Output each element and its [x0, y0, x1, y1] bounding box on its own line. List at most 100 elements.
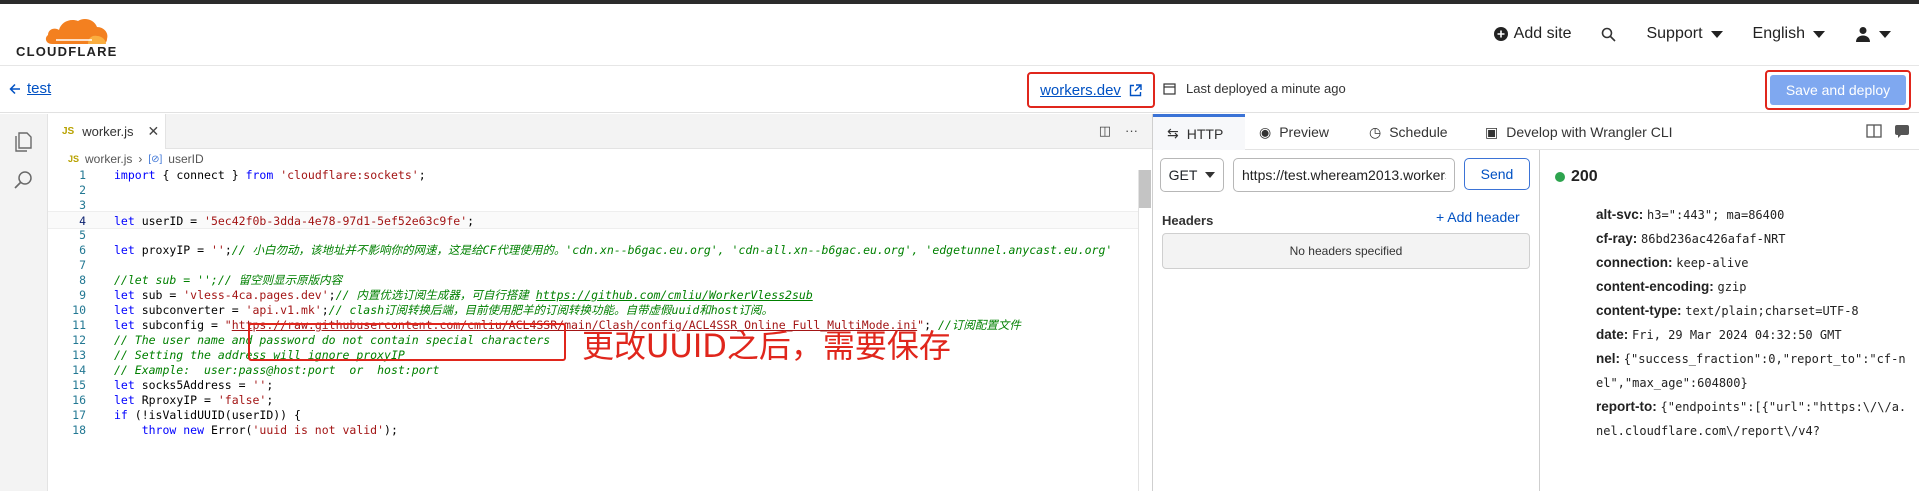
line-source: throw new Error('uuid is not valid');: [141, 423, 398, 437]
breadcrumb-file[interactable]: worker.js: [85, 152, 132, 166]
divider: [1539, 150, 1540, 491]
response-header-row: alt-svc: h3=":443"; ma=86400: [1596, 203, 1912, 227]
response-status: 200: [1555, 168, 1598, 186]
external-link-icon: [1129, 83, 1142, 96]
chevron-down-icon: [1710, 30, 1723, 38]
terminal-icon: ▣: [1485, 123, 1499, 140]
tab-http-label: HTTP: [1186, 125, 1224, 142]
response-header-row: content-type: text/plain;charset=UTF-8: [1596, 299, 1912, 323]
clock-icon: ◷: [1369, 123, 1382, 140]
search-icon[interactable]: [12, 168, 36, 192]
variable-icon: [⊘]: [148, 153, 163, 165]
arrows-exchange-icon: ⇆: [1167, 125, 1179, 141]
user-icon: [1856, 27, 1870, 42]
headers-title: Headers: [1162, 213, 1214, 228]
chat-icon[interactable]: [1894, 123, 1910, 139]
response-header-key: nel:: [1596, 351, 1621, 366]
split-editor-icon[interactable]: ◫: [1099, 123, 1111, 139]
file-tab-label: worker.js: [82, 124, 134, 139]
tab-http[interactable]: ⇆ HTTP: [1153, 114, 1245, 150]
user-menu[interactable]: [1855, 26, 1891, 42]
response-header-key: connection:: [1596, 255, 1673, 270]
close-icon[interactable]: ✕: [148, 123, 160, 140]
response-header-key: content-encoding:: [1596, 279, 1714, 294]
add-site-label: Add site: [1513, 25, 1572, 42]
activity-bar: [0, 114, 48, 491]
support-menu[interactable]: Support: [1646, 25, 1723, 43]
response-header-value: gzip: [1717, 280, 1747, 294]
tab-schedule-label: Schedule: [1389, 124, 1448, 140]
calendar-icon: [1163, 83, 1176, 95]
response-header-row: content-encoding: gzip: [1596, 275, 1912, 299]
response-header-value: text/plain;charset=UTF-8: [1685, 304, 1859, 318]
method-select[interactable]: GET: [1160, 158, 1224, 192]
save-button-highlight: Save and deploy: [1765, 70, 1911, 110]
send-button[interactable]: Send: [1464, 158, 1530, 190]
status-code: 200: [1571, 168, 1598, 185]
files-icon[interactable]: [12, 130, 36, 154]
chevron-right-icon: ›: [138, 152, 143, 166]
logo-text: CLOUDFLARE: [16, 44, 118, 59]
response-header-value: keep-alive: [1676, 256, 1749, 270]
tab-schedule[interactable]: ◷ Schedule: [1369, 114, 1448, 150]
tab-preview[interactable]: ◉ Preview: [1259, 114, 1329, 150]
workers-dev-link[interactable]: workers.dev: [1027, 72, 1155, 108]
response-header-value: h3=":443"; ma=86400: [1647, 208, 1785, 222]
breadcrumb-symbol[interactable]: userID: [168, 152, 203, 166]
language-label: English: [1752, 25, 1805, 42]
no-headers-message: No headers specified: [1162, 233, 1530, 269]
back-link[interactable]: test: [9, 80, 51, 97]
status-dot-icon: [1555, 172, 1565, 182]
save-and-deploy-button[interactable]: Save and deploy: [1770, 75, 1906, 105]
response-header-row: cf-ray: 86bd236ac426afaf-NRT: [1596, 227, 1912, 251]
uuid-highlight-box: [248, 323, 566, 361]
more-actions-icon[interactable]: ···: [1125, 123, 1138, 139]
response-header-key: alt-svc:: [1596, 207, 1644, 222]
scrollbar-thumb[interactable]: [1139, 170, 1151, 208]
worker-header-bar: test workers.dev Last deployed a minute …: [0, 66, 1919, 113]
url-input[interactable]: [1233, 158, 1455, 192]
response-header-row: nel: {"success_fraction":0,"report_to":"…: [1596, 347, 1912, 395]
cloud-logo-icon: [45, 19, 108, 44]
deploy-status-text: Last deployed a minute ago: [1186, 81, 1346, 96]
layout-icon[interactable]: [1866, 123, 1882, 139]
response-header-row: date: Fri, 29 Mar 2024 04:32:50 GMT: [1596, 323, 1912, 347]
request-panel: ⇆ HTTP ◉ Preview ◷ Schedule ▣ Develop wi…: [1152, 114, 1919, 491]
tab-preview-label: Preview: [1279, 124, 1330, 140]
add-site-button[interactable]: Add site: [1493, 25, 1572, 43]
file-tab-worker-js[interactable]: JS worker.js ✕: [48, 114, 166, 149]
response-header-value: 86bd236ac426afaf-NRT: [1641, 232, 1786, 246]
response-header-row: connection: keep-alive: [1596, 251, 1912, 275]
code-editor: JS worker.js ✕ ◫ ··· JS worker.js › [⊘] …: [48, 114, 1152, 491]
breadcrumb: JS worker.js › [⊘] userID: [68, 152, 204, 166]
add-header-button[interactable]: + Add header: [1436, 209, 1520, 225]
cloudflare-logo[interactable]: CLOUDFLARE: [16, 16, 126, 59]
tab-wrangler[interactable]: ▣ Develop with Wrangler CLI: [1485, 114, 1673, 150]
response-header-key: report-to:: [1596, 399, 1657, 414]
response-header-value: {"success_fraction":0,"report_to":"cf-ne…: [1596, 352, 1906, 390]
response-headers: alt-svc: h3=":443"; ma=86400 cf-ray: 86bd…: [1596, 203, 1912, 443]
plus-circle-icon: [1493, 27, 1508, 41]
response-header-key: date:: [1596, 327, 1629, 342]
editor-scrollbar[interactable]: [1138, 170, 1151, 491]
search-button[interactable]: [1601, 27, 1617, 42]
support-label: Support: [1646, 25, 1703, 42]
arrow-left-icon: [9, 83, 20, 94]
js-file-icon: JS: [68, 154, 80, 164]
response-header-key: cf-ray:: [1596, 231, 1638, 246]
editor-tabs: JS worker.js ✕ ◫ ···: [48, 114, 1152, 149]
chevron-down-icon: [1813, 30, 1825, 38]
annotation-text: 更改UUID之后，需要保存: [582, 327, 951, 365]
response-header-value: Fri, 29 Mar 2024 04:32:50 GMT: [1632, 328, 1842, 342]
deploy-status: Last deployed a minute ago: [1163, 81, 1346, 96]
response-header-key: content-type:: [1596, 303, 1682, 318]
workers-dev-label: workers.dev: [1040, 81, 1121, 99]
code-line[interactable]: 18 throw new Error('uuid is not valid');: [48, 421, 1138, 439]
language-menu[interactable]: English: [1753, 25, 1825, 43]
js-file-icon: JS: [62, 126, 75, 137]
response-header-row: report-to: {"endpoints":[{"url":"https:\…: [1596, 395, 1912, 443]
line-number: 18: [72, 423, 86, 437]
tab-wrangler-label: Develop with Wrangler CLI: [1506, 124, 1673, 140]
top-navbar: CLOUDFLARE Add site Support English: [0, 0, 1919, 66]
search-icon: [1602, 27, 1617, 42]
